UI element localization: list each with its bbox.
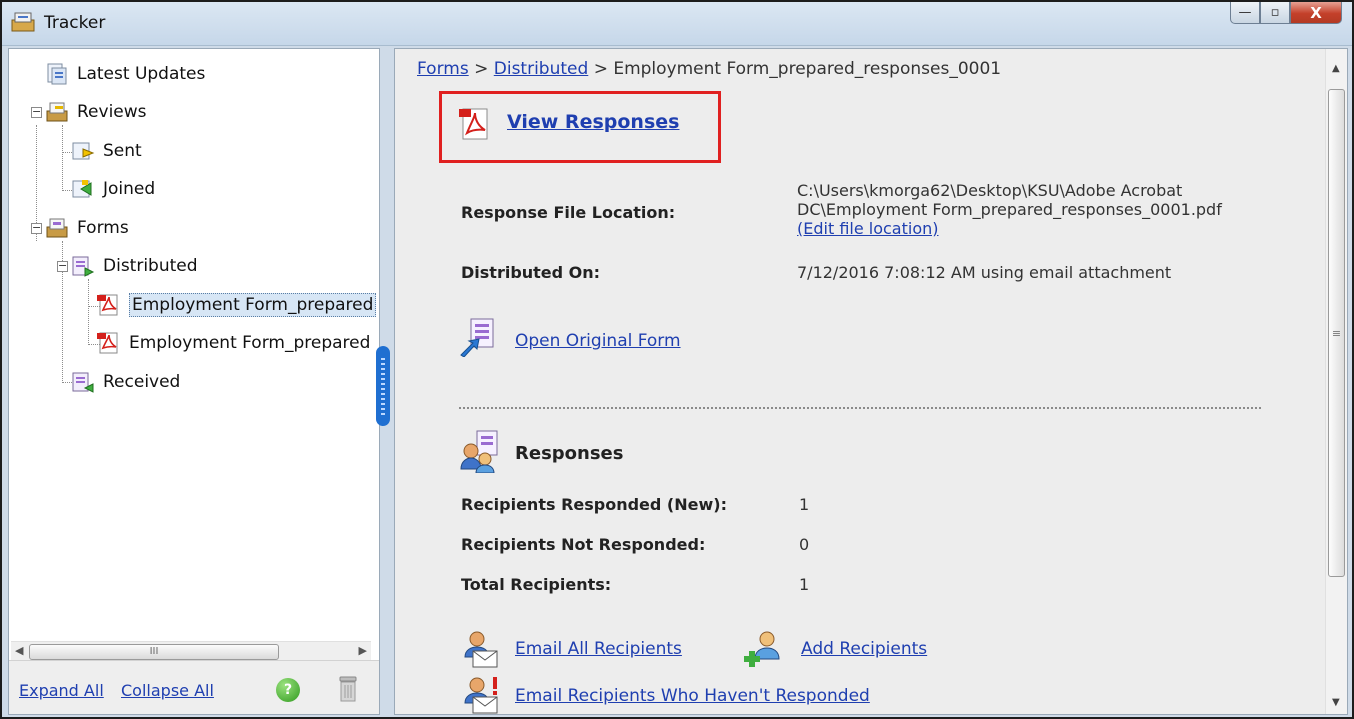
distributed-on-value: 7/12/2016 7:08:12 AM using email attachm…	[797, 263, 1172, 282]
tree-connector	[62, 125, 63, 191]
minimize-button[interactable]: —	[1230, 2, 1260, 24]
tree-item-label: Reviews	[77, 102, 147, 122]
scroll-right-icon[interactable]: ▶	[359, 644, 367, 657]
scroll-up-icon[interactable]: ▲	[1332, 63, 1340, 74]
scroll-down-icon[interactable]: ▼	[1332, 697, 1340, 708]
pdf-icon	[97, 332, 118, 354]
view-responses-link[interactable]: View Responses	[507, 111, 679, 133]
pdf-icon	[97, 294, 118, 316]
tree-item-label: Employment Form_prepared	[129, 293, 377, 317]
close-button[interactable]: X	[1290, 2, 1342, 24]
stat-label: Recipients Responded (New):	[461, 495, 727, 514]
navigation-pane: Latest Updates − Reviews Sent Joined − F…	[8, 48, 380, 715]
section-divider	[459, 407, 1261, 409]
collapse-distributed-toggle[interactable]: −	[57, 260, 68, 272]
email-not-responded-icon[interactable]	[459, 675, 503, 715]
collapse-reviews-toggle[interactable]: −	[31, 106, 42, 118]
email-all-icon[interactable]	[459, 629, 503, 669]
scrollbar-thumb[interactable]: ≡	[1328, 89, 1345, 577]
tree-item-sent[interactable]: Sent	[71, 136, 142, 166]
window-controls: — ▫ X	[1230, 2, 1342, 30]
scrollbar-thumb[interactable]: III	[29, 644, 279, 660]
stat-value: 1	[799, 575, 810, 594]
collapse-forms-toggle[interactable]: −	[31, 222, 42, 234]
tree-item-latest-updates[interactable]: Latest Updates	[45, 59, 205, 89]
help-icon[interactable]: ?	[276, 678, 300, 702]
email-all-recipients-link[interactable]: Email All Recipients	[515, 639, 682, 659]
details-vertical-scrollbar[interactable]: ▲ ≡ ▼	[1325, 49, 1347, 714]
latest-updates-icon	[47, 63, 67, 85]
stat-label: Recipients Not Responded:	[461, 535, 706, 554]
tree-connector	[88, 279, 89, 345]
tree-item-label: Sent	[103, 141, 142, 161]
tree-item-employment-form-1[interactable]: Employment Form_prepared	[97, 290, 377, 320]
breadcrumb-separator: >	[593, 59, 608, 79]
email-not-responded-link[interactable]: Email Recipients Who Haven't Responded	[515, 686, 870, 706]
distributed-icon	[72, 256, 95, 277]
tracker-tree: Latest Updates − Reviews Sent Joined − F…	[9, 49, 379, 639]
reviews-icon	[46, 102, 68, 122]
forms-icon	[46, 218, 68, 238]
sent-icon	[72, 142, 95, 160]
breadcrumb-distributed-link[interactable]: Distributed	[494, 59, 589, 79]
tree-item-reviews[interactable]: Reviews	[45, 97, 147, 127]
scroll-left-icon[interactable]: ◀	[15, 644, 23, 657]
trash-icon[interactable]	[337, 675, 359, 703]
tree-item-label: Distributed	[103, 256, 198, 276]
tree-item-label: Joined	[103, 179, 156, 199]
window-title: Tracker	[44, 13, 106, 33]
expand-all-link[interactable]: Expand All	[19, 681, 104, 700]
add-recipients-link[interactable]: Add Recipients	[801, 639, 927, 659]
tree-item-label: Forms	[77, 218, 129, 238]
stat-value: 0	[799, 535, 810, 554]
collapse-all-link[interactable]: Collapse All	[121, 681, 214, 700]
responses-section-title: Responses	[515, 443, 624, 464]
response-file-location-value: C:\Users\kmorga62\Desktop\KSU\Adobe Acro…	[797, 181, 1222, 238]
file-path-line: DC\Employment Form_prepared_responses_00…	[797, 200, 1222, 219]
pdf-icon[interactable]	[459, 107, 489, 141]
open-original-form-link[interactable]: Open Original Form	[515, 331, 681, 351]
maximize-button[interactable]: ▫	[1260, 2, 1290, 24]
breadcrumb-forms-link[interactable]: Forms	[417, 59, 469, 79]
details-pane: Forms > Distributed > Employment Form_pr…	[394, 48, 1348, 715]
tree-item-label: Employment Form_prepared	[129, 333, 371, 353]
responses-icon	[460, 430, 498, 473]
open-form-icon[interactable]	[459, 317, 499, 357]
tree-horizontal-scrollbar[interactable]: ◀ III ▶	[11, 641, 371, 661]
tree-item-label: Latest Updates	[77, 64, 206, 84]
navigation-footer: Expand All Collapse All ?	[9, 660, 379, 714]
received-icon	[72, 372, 94, 393]
response-file-location-label: Response File Location:	[461, 203, 676, 222]
pane-splitter-handle[interactable]	[376, 346, 390, 426]
add-recipients-icon[interactable]	[743, 629, 787, 669]
tree-item-forms[interactable]: Forms	[45, 213, 129, 243]
tracker-icon	[11, 12, 35, 32]
breadcrumb-separator: >	[474, 59, 489, 79]
breadcrumb-current: Employment Form_prepared_responses_0001	[613, 59, 1002, 79]
breadcrumb: Forms > Distributed > Employment Form_pr…	[417, 59, 1001, 79]
tree-item-label: Received	[103, 372, 181, 392]
tree-item-distributed[interactable]: Distributed	[71, 251, 198, 281]
tree-item-employment-form-2[interactable]: Employment Form_prepared	[97, 328, 370, 358]
joined-icon	[72, 180, 92, 198]
tree-item-received[interactable]: Received	[71, 367, 180, 397]
tree-item-joined[interactable]: Joined	[71, 174, 155, 204]
file-path-line: C:\Users\kmorga62\Desktop\KSU\Adobe Acro…	[797, 181, 1183, 200]
stat-value: 1	[799, 495, 810, 514]
stat-label: Total Recipients:	[461, 575, 612, 594]
distributed-on-label: Distributed On:	[461, 263, 601, 282]
title-bar: Tracker — ▫ X	[2, 2, 1352, 46]
edit-file-location-link[interactable]: (Edit file location)	[797, 219, 1222, 238]
tracker-window: Tracker — ▫ X Latest Updates − Reviews S…	[0, 0, 1354, 719]
